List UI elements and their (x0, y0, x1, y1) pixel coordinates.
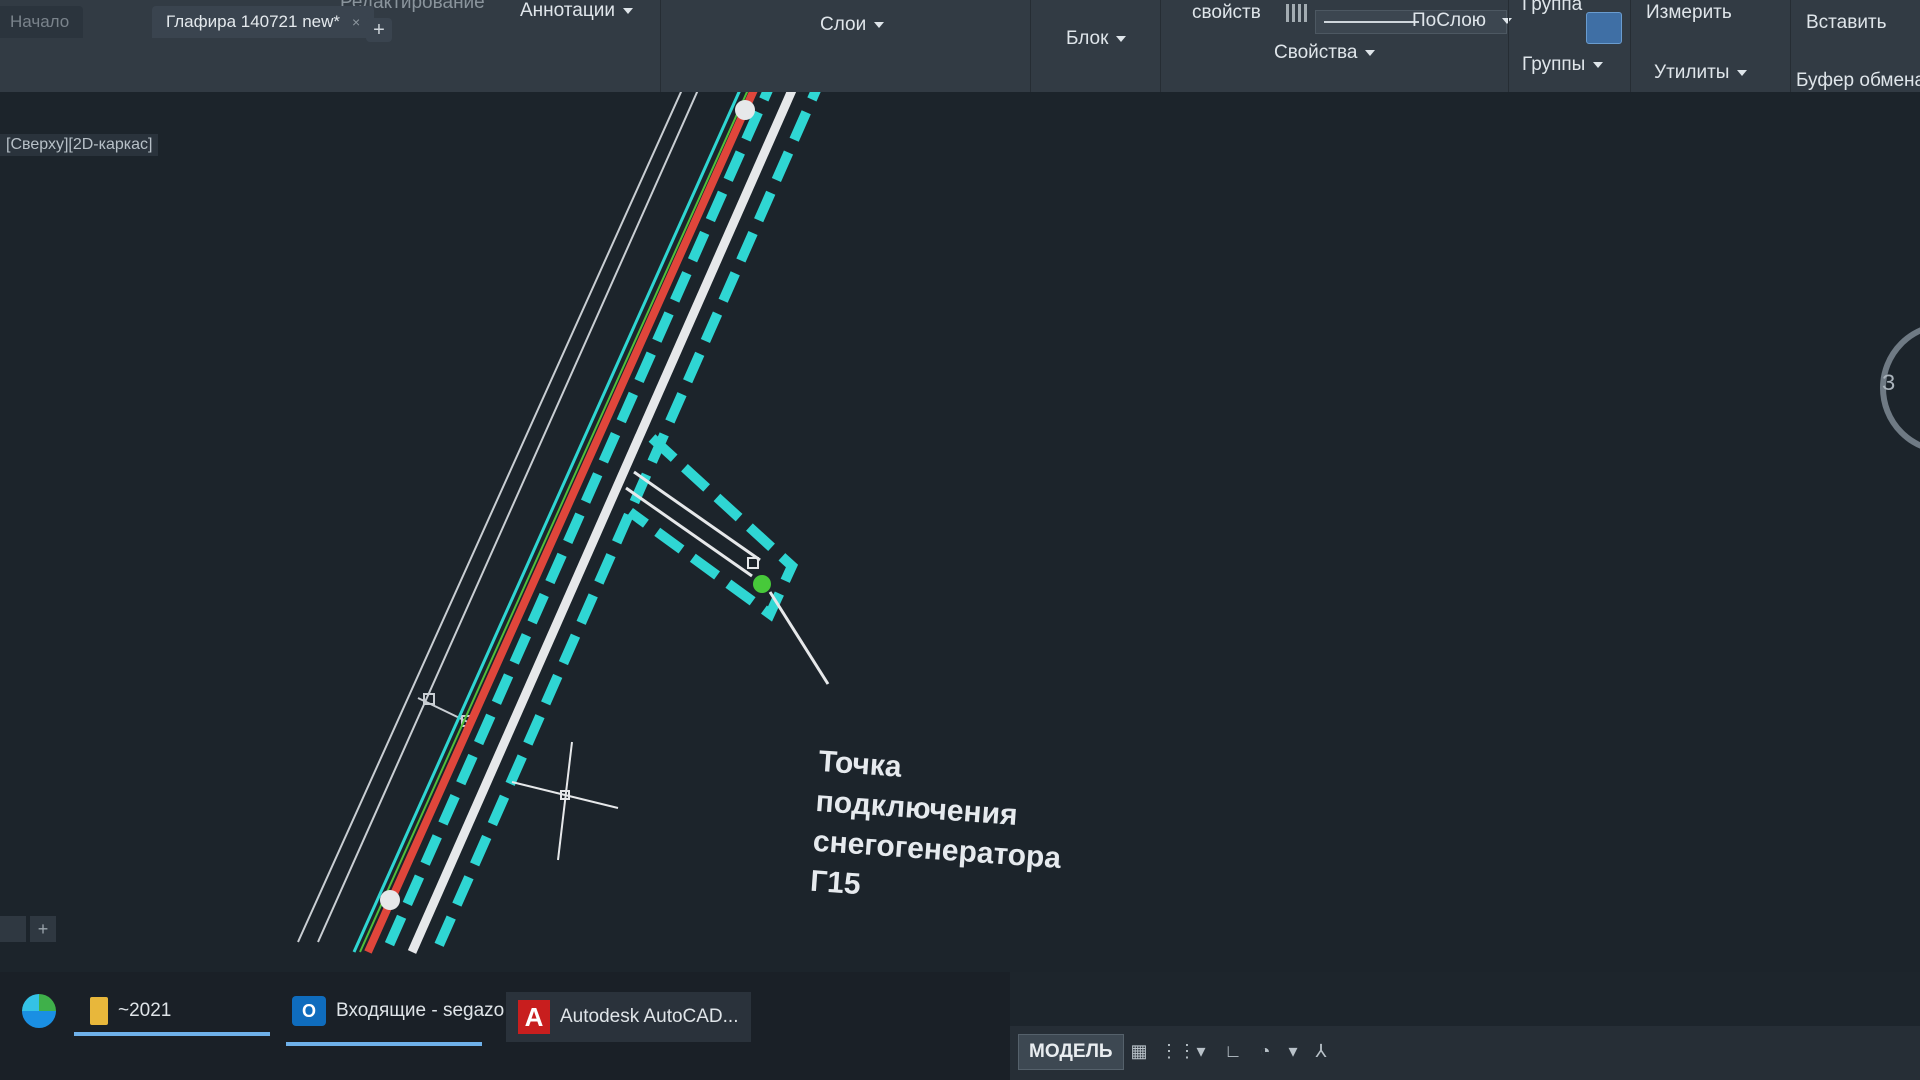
lineweight-icon[interactable] (1286, 4, 1308, 22)
utilities-label: Утилиты (1654, 62, 1730, 83)
connection-callout: Точка подключения снегогенератора Г15 (809, 742, 1068, 919)
ribbon-divider (1790, 0, 1791, 92)
properties-panel-button[interactable]: Свойства (1274, 42, 1376, 64)
paste-button[interactable]: Вставить (1806, 12, 1887, 34)
properties-label: Свойства (1274, 42, 1358, 63)
ribbon-divider (1030, 0, 1031, 92)
connection-node-green[interactable] (753, 575, 771, 593)
pipe-node[interactable] (380, 890, 400, 910)
grid-icon[interactable]: ▦ (1128, 1040, 1150, 1062)
group-label: Группа (1522, 0, 1583, 15)
taskbar-edge[interactable] (22, 986, 66, 1036)
ribbon-divider (1630, 0, 1631, 92)
pipe-node[interactable] (735, 100, 755, 120)
taskbar-autocad[interactable]: A Autodesk AutoCAD... (506, 992, 751, 1042)
crosshair-vertical (557, 741, 573, 861)
linetype-preview (1324, 21, 1419, 23)
pipe-white-line (407, 92, 797, 954)
properties-top-label: свойств (1192, 2, 1261, 23)
chevron-down-icon[interactable]: ▾ (1282, 1040, 1304, 1062)
chevron-down-icon (1502, 17, 1512, 24)
close-icon[interactable]: × (352, 14, 360, 30)
taskbar-active-indicator (74, 1032, 270, 1036)
edge-icon (22, 993, 56, 1028)
tab-start[interactable]: Начало (0, 6, 84, 38)
block-label: Блок (1066, 28, 1109, 49)
layers-panel-button[interactable]: Слои (820, 14, 885, 36)
measure-button[interactable]: Измерить (1646, 2, 1732, 24)
connection-square (747, 557, 759, 569)
annotations-label: Аннотации (520, 0, 615, 21)
status-bar: МОДЕЛЬ ▦ ⋮⋮ ▾ ∟ ◔ ▾ ⅄ (1010, 1026, 1920, 1080)
group-select-icon[interactable] (1586, 12, 1622, 44)
taskbar-outlook-label: Входящие - segazo... (336, 1000, 521, 1021)
branch-pipe (625, 486, 753, 578)
outlook-icon: O (292, 995, 326, 1026)
callout-leader (768, 591, 830, 685)
taskbar-autocad-label: Autodesk AutoCAD... (560, 1006, 739, 1027)
ribbon-divider (660, 0, 661, 92)
groups-label: Группы (1522, 54, 1586, 75)
groups-panel-button[interactable]: Группы (1522, 54, 1604, 76)
ribbon-divider (1160, 0, 1161, 92)
ortho-icon[interactable]: ∟ (1222, 1040, 1244, 1062)
bylayer-value: ПоСлою (1412, 10, 1487, 31)
chevron-down-icon (874, 21, 885, 28)
windows-taskbar: ~2021 O Входящие - segazo... A Autodesk Au… (0, 972, 1010, 1080)
annotations-panel-button[interactable]: Аннотации (520, 0, 633, 22)
tab-document[interactable]: Глафира 140721 new* × (152, 6, 375, 38)
polar-tracking-icon[interactable]: ◔ (1254, 1040, 1276, 1062)
drawing-canvas[interactable]: [Сверху][2D-каркас] Точка подключения сн… (0, 92, 1920, 972)
chevron-down-icon (1593, 61, 1604, 68)
utilities-panel-button[interactable]: Утилиты (1654, 62, 1748, 84)
autocad-icon: A (518, 999, 550, 1034)
taskbar-running-indicator (286, 1042, 482, 1046)
layout-tab-model[interactable] (0, 916, 26, 942)
chevron-down-icon (1737, 69, 1748, 76)
block-panel-button[interactable]: Блок (1066, 28, 1127, 50)
add-layout-button[interactable]: + (30, 916, 56, 942)
tab-document-label: Глафира 140721 new* (166, 12, 340, 31)
chevron-down-icon (1365, 49, 1376, 56)
viewcube-west-label: З (1882, 370, 1896, 395)
ribbon-divider (1508, 0, 1509, 92)
layers-label: Слои (820, 14, 867, 35)
pipe-red-line (364, 92, 758, 954)
taskbar-outlook[interactable]: O Входящие - segazo... (292, 986, 520, 1036)
chevron-down-icon[interactable]: ▾ (1190, 1040, 1212, 1062)
folder-icon (90, 996, 108, 1025)
taskbar-folder-label: ~2021 (118, 1000, 172, 1021)
boundary-line (317, 92, 699, 943)
model-space-button[interactable]: МОДЕЛЬ (1018, 1034, 1124, 1070)
snap-icon[interactable]: ⋮⋮ (1160, 1040, 1196, 1062)
pipe-cyan-dash-left (381, 92, 773, 955)
new-tab-button[interactable]: + (366, 18, 392, 42)
pipe-cyan-dash-right (431, 92, 821, 955)
clipboard-panel-label: Буфер обмена (1796, 70, 1920, 91)
chevron-down-icon (622, 7, 633, 14)
linetype-dropdown-arrow[interactable] (1494, 10, 1512, 32)
chevron-down-icon (1116, 35, 1127, 42)
taskbar-folder[interactable]: ~2021 (90, 986, 171, 1036)
isodraft-icon[interactable]: ⅄ (1310, 1040, 1332, 1062)
